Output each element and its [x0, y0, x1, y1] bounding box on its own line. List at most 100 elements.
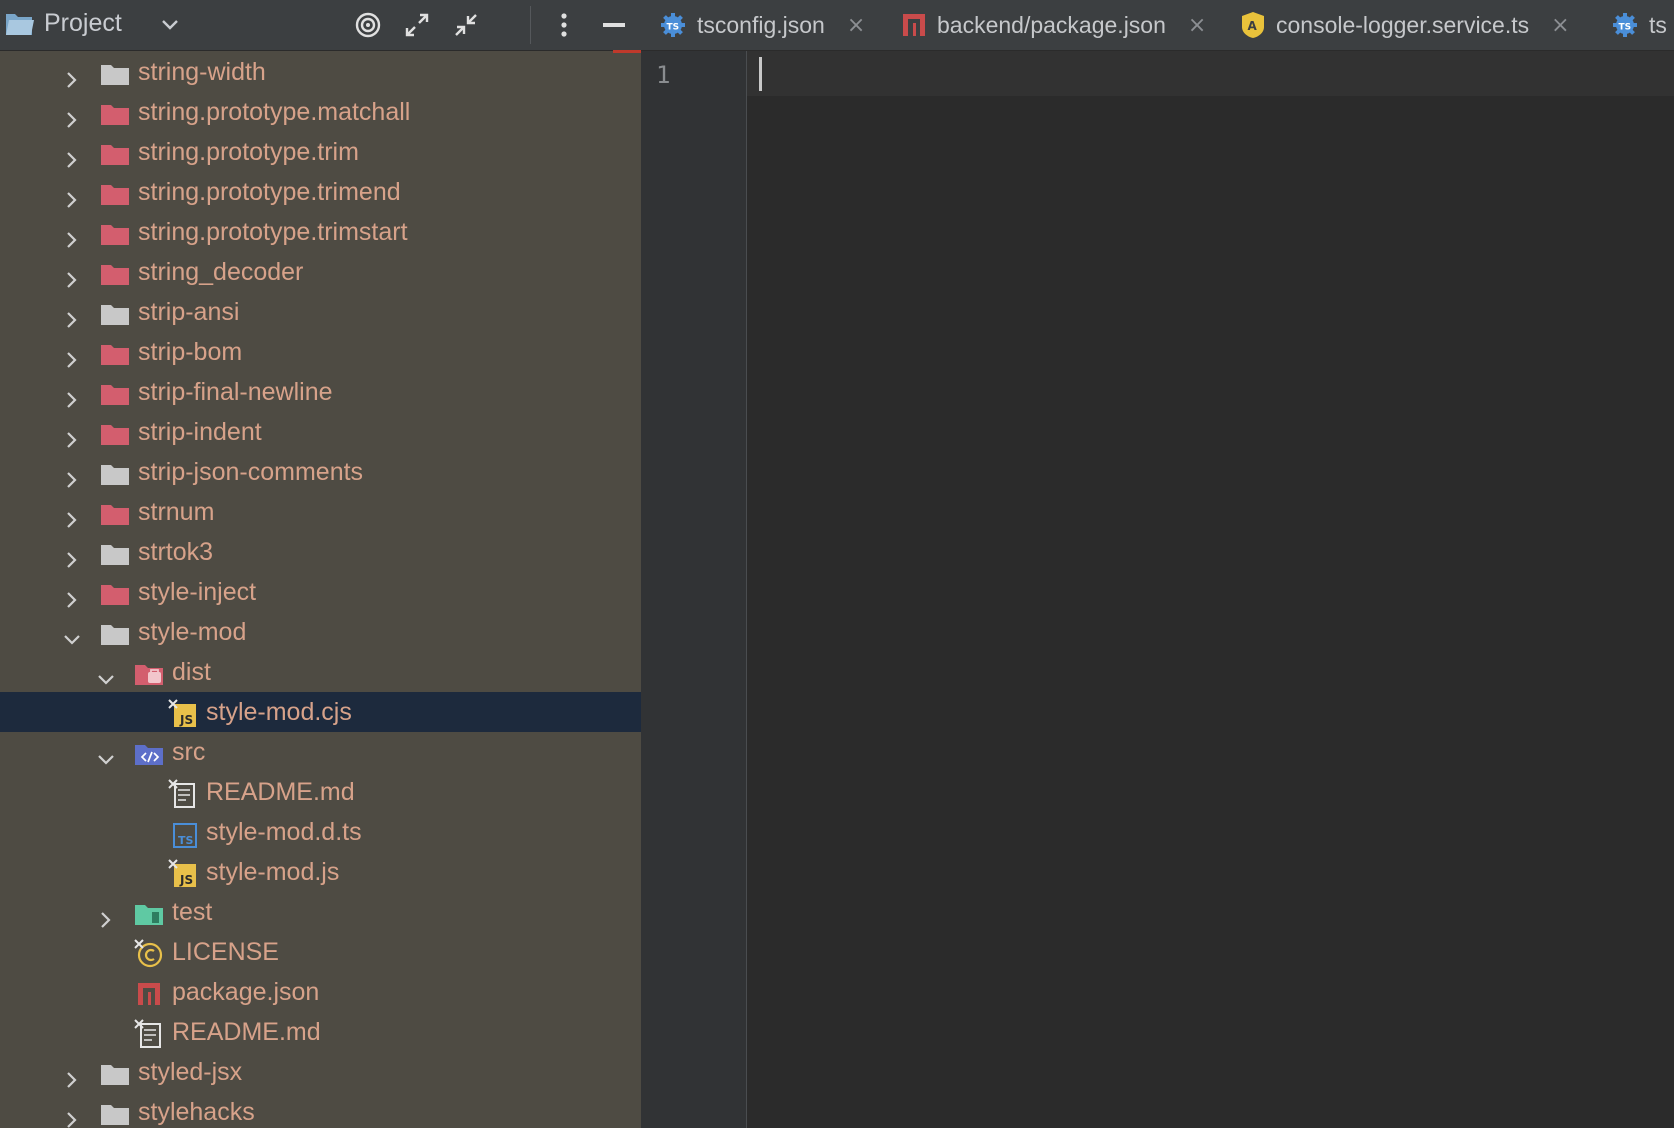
- folder-gray-icon: [100, 1099, 130, 1125]
- tree-item-label: strip-json-comments: [138, 458, 364, 486]
- tree-item[interactable]: src: [0, 732, 641, 772]
- tree-item[interactable]: JS style-mod.cjs: [0, 692, 641, 732]
- chevron-right-icon[interactable]: [62, 262, 82, 288]
- editor-tab[interactable]: TS tsconfig.json ×: [659, 0, 865, 50]
- chevron-down-icon[interactable]: [160, 15, 180, 39]
- close-icon[interactable]: ×: [1188, 13, 1206, 38]
- chevron-right-icon[interactable]: [62, 342, 82, 368]
- npm-icon: [901, 12, 927, 38]
- chevron-down-icon[interactable]: [96, 662, 116, 685]
- tree-item[interactable]: TS style-mod.d.ts: [0, 812, 641, 852]
- chevron-right-icon[interactable]: [62, 1062, 82, 1088]
- svg-text:A: A: [1248, 19, 1258, 33]
- chevron-down-icon[interactable]: [62, 622, 82, 645]
- folder-gray-icon: [100, 459, 130, 485]
- tree-item[interactable]: strnum: [0, 492, 641, 532]
- md-file-icon: [168, 779, 198, 808]
- tree-item-label: string.prototype.matchall: [138, 98, 411, 126]
- editor-tab[interactable]: Aconsole-logger.service.ts ×: [1240, 0, 1570, 50]
- chevron-right-icon[interactable]: [62, 182, 82, 208]
- minimize-icon[interactable]: [598, 9, 630, 41]
- current-line-highlight: [747, 51, 1674, 96]
- more-icon[interactable]: [548, 9, 580, 41]
- tree-item[interactable]: style-mod: [0, 612, 641, 652]
- folder-src-icon: [134, 739, 164, 765]
- header-separator: [530, 6, 531, 44]
- target-icon[interactable]: [352, 9, 384, 41]
- tree-item[interactable]: strip-bom: [0, 332, 641, 372]
- tree-item[interactable]: strip-json-comments: [0, 452, 641, 492]
- tsconfig-icon: TS: [659, 11, 687, 39]
- tree-item[interactable]: dist: [0, 652, 641, 692]
- tree-item[interactable]: string.prototype.trimend: [0, 172, 641, 212]
- svg-text:JS: JS: [179, 873, 193, 887]
- angular-icon: A: [1240, 11, 1266, 39]
- editor-tab[interactable]: TS ts: [1611, 0, 1667, 50]
- chevron-right-icon[interactable]: [62, 1102, 82, 1128]
- tree-item[interactable]: test: [0, 892, 641, 932]
- tab-label: console-logger.service.ts: [1276, 11, 1530, 38]
- line-number: 1: [656, 61, 671, 89]
- chevron-right-icon[interactable]: [62, 102, 82, 128]
- project-title[interactable]: Project: [44, 9, 122, 38]
- folder-red-icon: [100, 179, 130, 205]
- tree-item[interactable]: README.md: [0, 772, 641, 812]
- tab-label: tsconfig.json: [697, 11, 825, 38]
- chevron-right-icon[interactable]: [62, 62, 82, 88]
- tree-item[interactable]: string.prototype.matchall: [0, 92, 641, 132]
- chevron-right-icon[interactable]: [62, 582, 82, 608]
- chevron-right-icon[interactable]: [62, 222, 82, 248]
- editor-tab[interactable]: backend/package.json ×: [901, 0, 1206, 50]
- chevron-right-icon[interactable]: [62, 542, 82, 568]
- chevron-right-icon[interactable]: [62, 302, 82, 328]
- svg-text:TS: TS: [1619, 23, 1632, 33]
- chevron-right-icon[interactable]: [62, 502, 82, 528]
- tree-item-label: string.prototype.trimend: [138, 178, 401, 206]
- npm-file-icon: [134, 979, 164, 1005]
- tree-item-label: style-mod.d.ts: [206, 818, 362, 846]
- tree-item[interactable]: package.json: [0, 972, 641, 1012]
- editor-tab-bar: TS tsconfig.json × backend/package.json × Aco…: [641, 0, 1674, 51]
- svg-text:TS: TS: [178, 834, 194, 847]
- tree-item[interactable]: style-inject: [0, 572, 641, 612]
- tree-item[interactable]: styled-jsx: [0, 1052, 641, 1092]
- js-file-icon: JS: [168, 699, 198, 727]
- tree-item-label: string-width: [138, 58, 266, 86]
- tree-item-label: dist: [172, 658, 211, 686]
- chevron-right-icon[interactable]: [62, 422, 82, 448]
- tree-item-label: package.json: [172, 978, 320, 1006]
- tree-item[interactable]: stylehacks: [0, 1092, 641, 1128]
- folder-dist-icon: [134, 659, 164, 685]
- tree-item[interactable]: strip-indent: [0, 412, 641, 452]
- tree-item-label: string.prototype.trim: [138, 138, 359, 166]
- code-editor[interactable]: [747, 51, 1674, 1128]
- collapse-icon[interactable]: [450, 9, 482, 41]
- tree-item[interactable]: string.prototype.trim: [0, 132, 641, 172]
- license-file-icon: [134, 939, 164, 968]
- tree-item[interactable]: string_decoder: [0, 252, 641, 292]
- chevron-right-icon[interactable]: [96, 902, 116, 928]
- md-file-icon: [134, 1019, 164, 1048]
- tree-item-label: strnum: [138, 498, 215, 526]
- tree-item[interactable]: LICENSE: [0, 932, 641, 972]
- expand-icon[interactable]: [401, 9, 433, 41]
- tree-item-label: README.md: [172, 1018, 321, 1046]
- tree-item[interactable]: string-width: [0, 52, 641, 92]
- tree-item-label: style-mod.js: [206, 858, 340, 886]
- tab-label: ts: [1649, 11, 1667, 38]
- chevron-right-icon[interactable]: [62, 382, 82, 408]
- tree-item[interactable]: strtok3: [0, 532, 641, 572]
- chevron-right-icon[interactable]: [62, 142, 82, 168]
- close-icon[interactable]: ×: [847, 13, 865, 38]
- tab-label: backend/package.json: [937, 11, 1166, 38]
- folder-red-icon: [100, 579, 130, 605]
- tree-item[interactable]: string.prototype.trimstart: [0, 212, 641, 252]
- project-tree: string-width string.prototype.matchall str…: [0, 52, 641, 1128]
- tree-item[interactable]: strip-final-newline: [0, 372, 641, 412]
- tree-item[interactable]: strip-ansi: [0, 292, 641, 332]
- tree-item[interactable]: JS style-mod.js: [0, 852, 641, 892]
- tree-item[interactable]: README.md: [0, 1012, 641, 1052]
- close-icon[interactable]: ×: [1551, 13, 1569, 38]
- chevron-down-icon[interactable]: [96, 742, 116, 765]
- chevron-right-icon[interactable]: [62, 462, 82, 488]
